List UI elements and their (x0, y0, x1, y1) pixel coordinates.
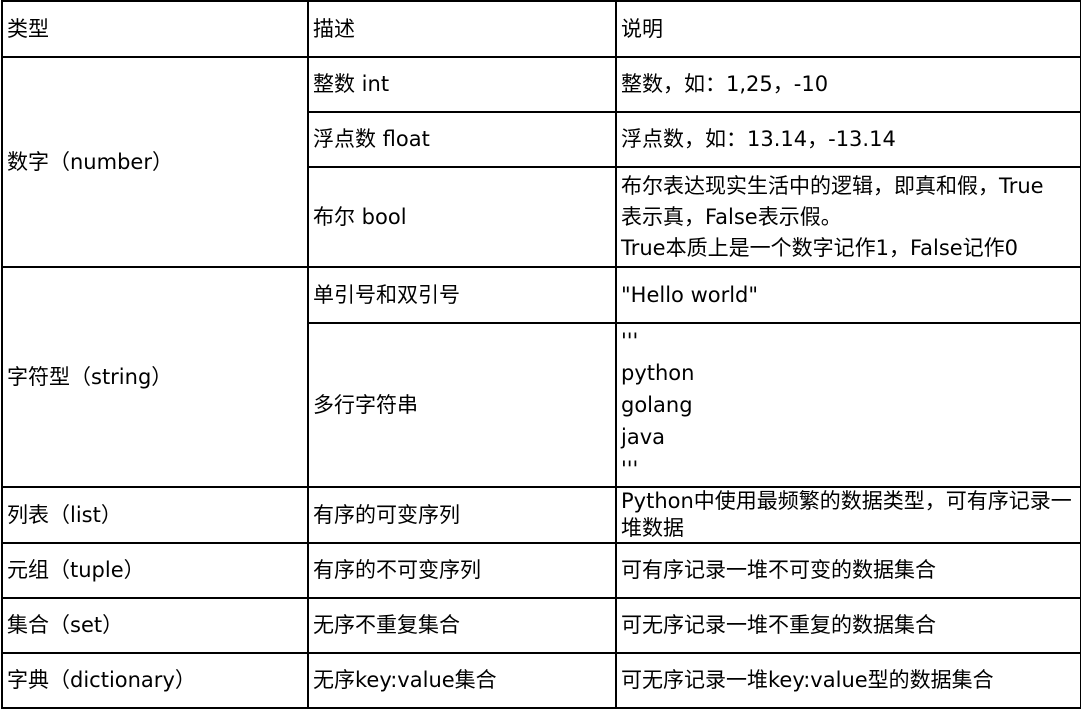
table-row: 集合（set） 无序不重复集合 可无序记录一堆不重复的数据集合 (1, 597, 1081, 654)
note-int: 整数，如：1,25，-10 (615, 56, 1081, 113)
type-list: 列表（list） (1, 486, 309, 544)
desc-multiline: 多行字符串 (307, 322, 617, 488)
desc-dict: 无序key:value集合 (307, 652, 617, 709)
note-tuple: 可有序记录一堆不可变的数据集合 (615, 542, 1081, 599)
table-row: 字符型（string） 单引号和双引号 "Hello world" (1, 266, 1081, 488)
header-note: 说明 (615, 0, 1081, 58)
table-row: 字典（dictionary） 无序key:value集合 可无序记录一堆key:… (1, 652, 1081, 709)
desc-bool: 布尔 bool (307, 166, 617, 268)
type-string: 字符型（string） (1, 266, 309, 488)
desc-quotes: 单引号和双引号 (307, 266, 617, 324)
python-data-types-table: 类型 描述 说明 数字（number） 整数 int 整数，如：1,25，-10… (1, 0, 1081, 709)
note-set: 可无序记录一堆不重复的数据集合 (615, 597, 1081, 654)
desc-int: 整数 int (307, 56, 617, 113)
type-number: 数字（number） (1, 56, 309, 268)
table-row: 元组（tuple） 有序的不可变序列 可有序记录一堆不可变的数据集合 (1, 542, 1081, 599)
note-bool-line: True本质上是一个数字记作1，False记作0 (621, 235, 1019, 260)
table-row: 数字（number） 整数 int 整数，如：1,25，-10 (1, 56, 1081, 268)
desc-set: 无序不重复集合 (307, 597, 617, 654)
type-tuple: 元组（tuple） (1, 542, 309, 599)
code-line: java (621, 425, 665, 449)
type-set: 集合（set） (1, 597, 309, 654)
note-bool: 布尔表达现实生活中的逻辑，即真和假，True 表示真，False表示假。 Tru… (615, 166, 1081, 268)
code-line: golang (621, 393, 693, 417)
code-line: ''' (621, 457, 639, 481)
note-float: 浮点数，如：13.14，-13.14 (615, 111, 1081, 168)
code-line: python (621, 361, 695, 385)
note-list: Python中使用最频繁的数据类型，可有序记录一堆数据 (615, 486, 1081, 544)
header-desc: 描述 (307, 0, 617, 58)
note-multiline: ''' python golang java ''' (615, 322, 1081, 488)
desc-float: 浮点数 float (307, 111, 617, 168)
header-row: 类型 描述 说明 (1, 0, 1081, 58)
note-bool-line: 表示真，False表示假。 (621, 204, 842, 229)
table-row: 列表（list） 有序的可变序列 Python中使用最频繁的数据类型，可有序记录… (1, 486, 1081, 544)
header-type: 类型 (1, 0, 309, 58)
code-line: ''' (621, 329, 639, 353)
desc-list: 有序的可变序列 (307, 486, 617, 544)
note-dict: 可无序记录一堆key:value型的数据集合 (615, 652, 1081, 709)
note-quotes: "Hello world" (615, 266, 1081, 324)
type-dict: 字典（dictionary） (1, 652, 309, 709)
note-bool-line: 布尔表达现实生活中的逻辑，即真和假，True (621, 173, 1044, 198)
desc-tuple: 有序的不可变序列 (307, 542, 617, 599)
